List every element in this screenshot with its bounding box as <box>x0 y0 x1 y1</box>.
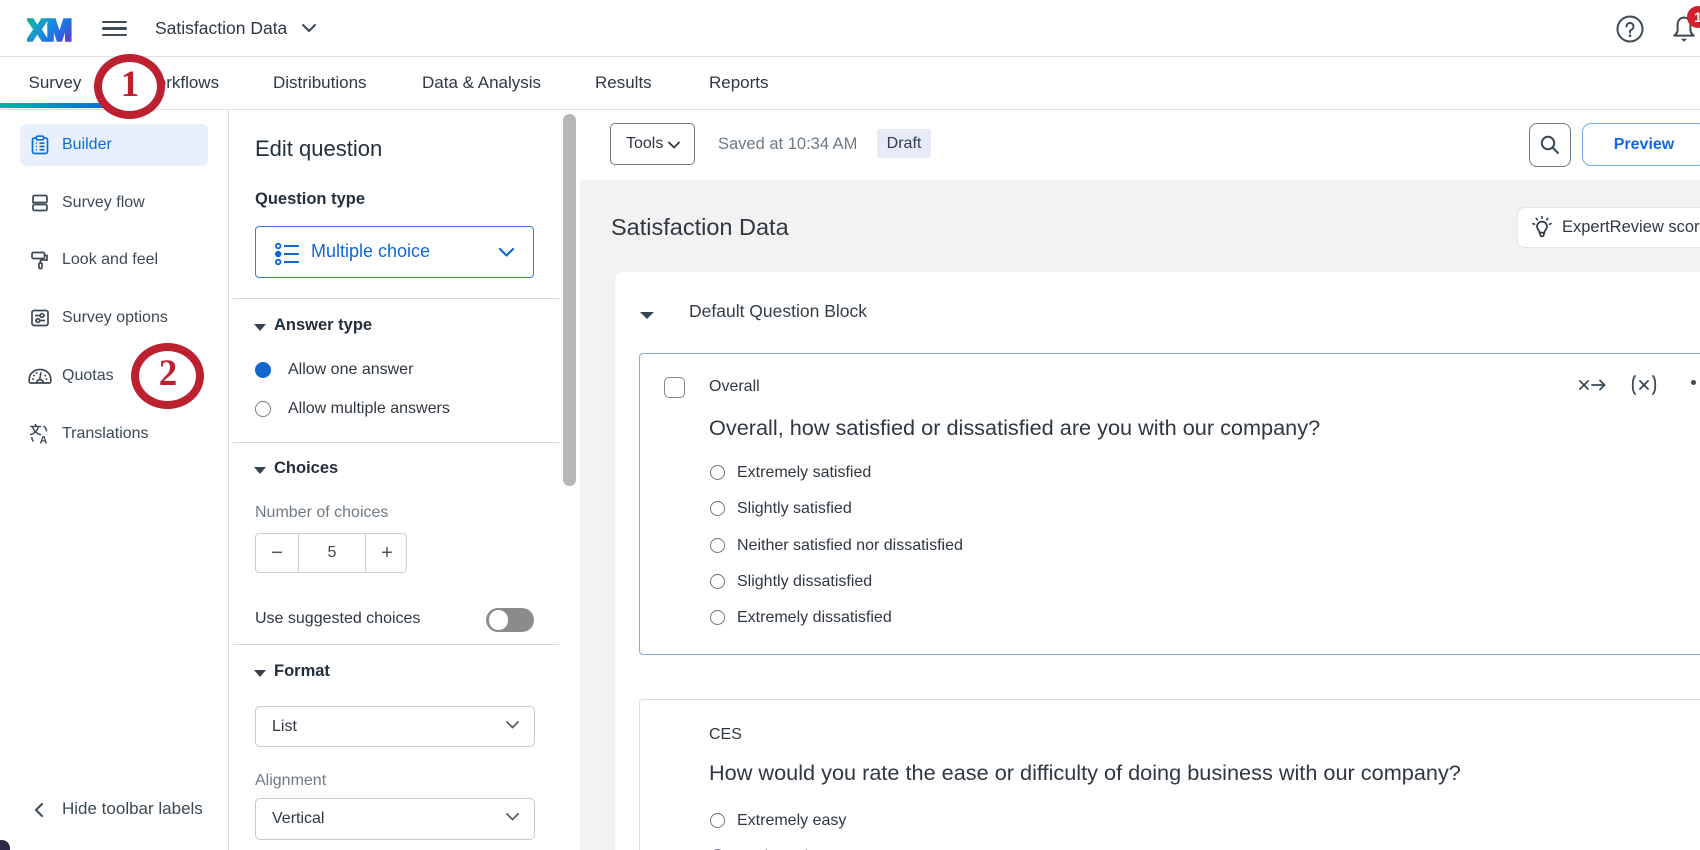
svg-text:XM: XM <box>27 15 71 45</box>
svg-text:A: A <box>40 435 48 445</box>
